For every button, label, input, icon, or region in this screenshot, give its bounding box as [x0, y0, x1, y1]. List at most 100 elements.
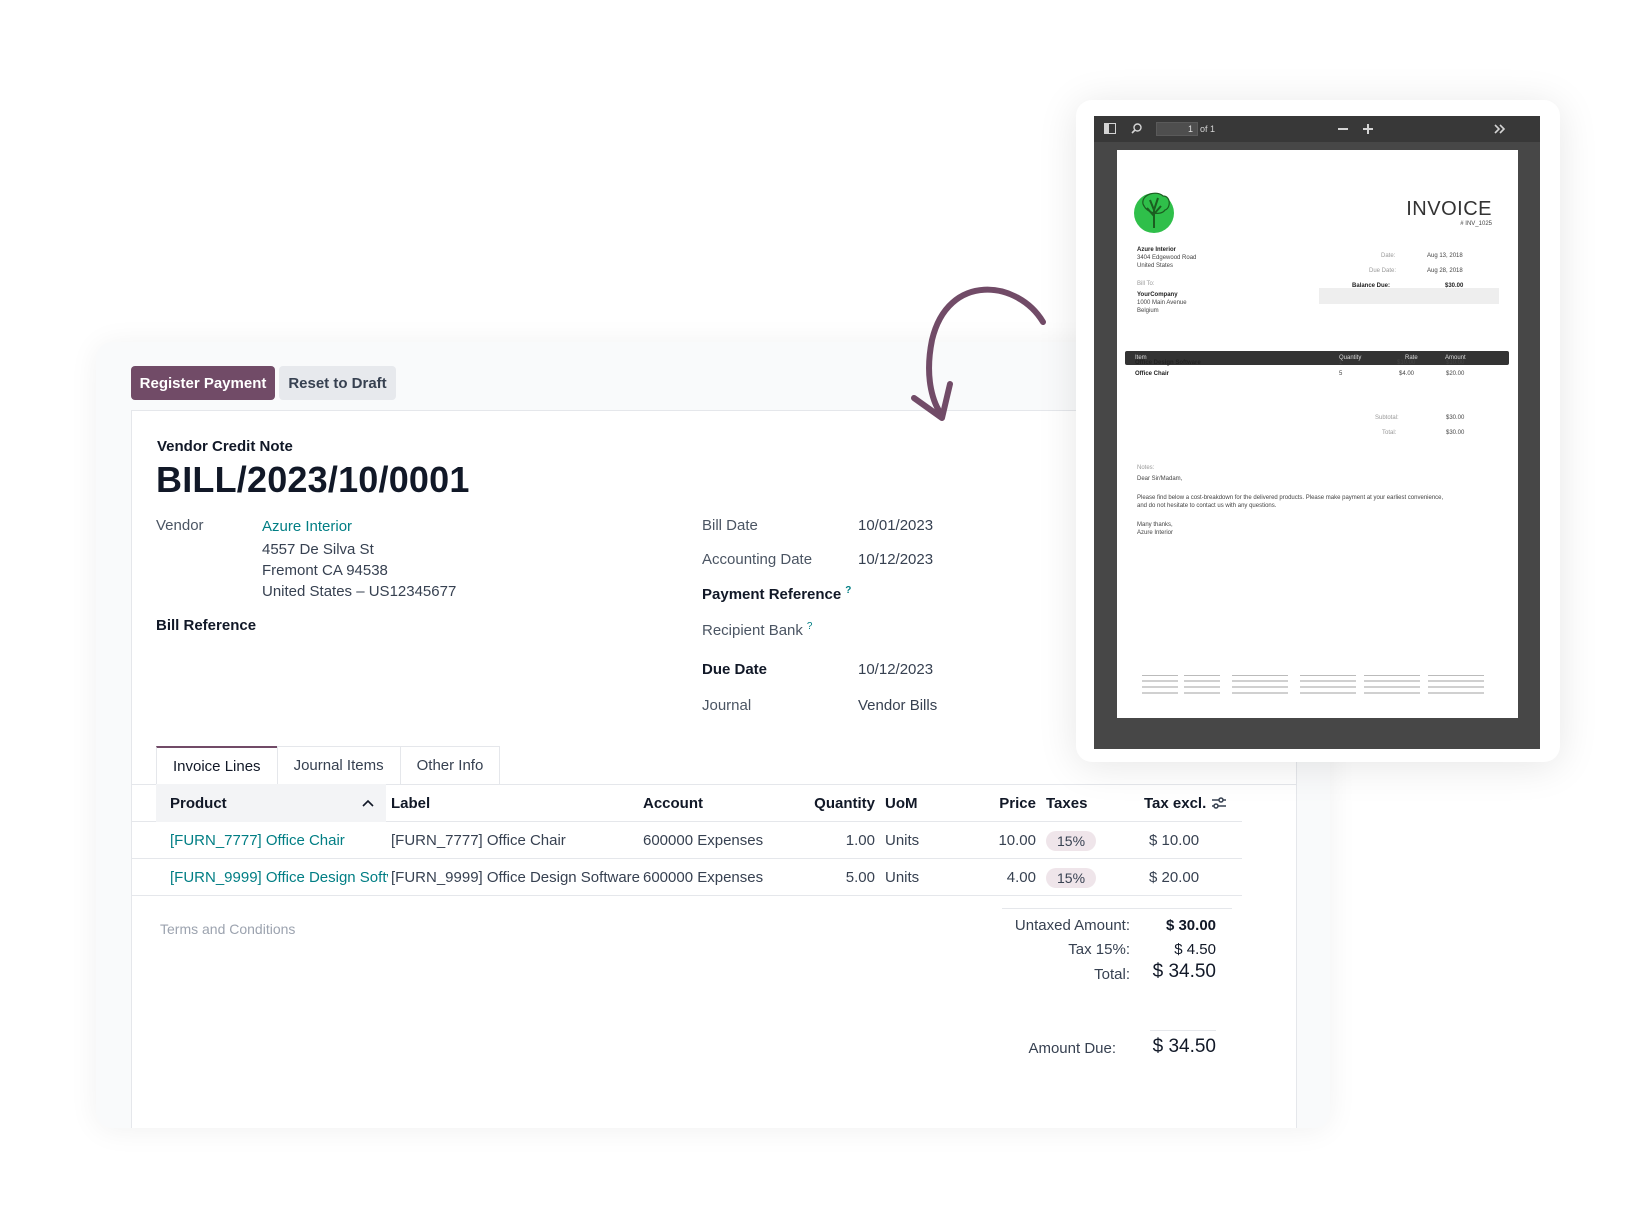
totals-divider: [1002, 908, 1232, 909]
pdf-col-qty: Quantity: [1339, 355, 1362, 361]
row-account[interactable]: 600000 Expenses: [643, 859, 763, 896]
tax-pill[interactable]: 15%: [1046, 830, 1097, 851]
row-label[interactable]: [FURN_9999] Office Design Software: [391, 859, 641, 896]
row-quantity[interactable]: 5.00: [792, 859, 875, 896]
sort-ascending-icon[interactable]: [358, 784, 378, 822]
pdf-footer-column: [1428, 675, 1484, 694]
table-row[interactable]: [FURN_7777] Office Chair [FURN_7777] Off…: [132, 822, 1242, 859]
col-price[interactable]: Price: [972, 784, 1036, 822]
pdf-invoice-number: # INV_1025: [1460, 221, 1492, 227]
row-price[interactable]: 4.00: [972, 859, 1036, 896]
row-label[interactable]: [FURN_7777] Office Chair: [391, 822, 637, 859]
row-product[interactable]: [FURN_9999] Office Design Softv: [170, 859, 388, 896]
tab-journal-items[interactable]: Journal Items: [276, 746, 401, 784]
journal-label: Journal: [702, 697, 752, 714]
page-number-input[interactable]: 1: [1156, 122, 1198, 136]
tree-logo-icon: [1134, 192, 1174, 233]
pdf-to-name: YourCompany: [1137, 292, 1178, 298]
pdf-footer-column: [1232, 675, 1288, 694]
amount-due-divider: [1150, 1030, 1216, 1031]
notebook-tabs: Invoice Lines Journal Items Other Info: [156, 746, 501, 784]
stage: Register Payment Reset to Draft Vendor C…: [0, 0, 1646, 1208]
pdf-toolbar: 1 of 1: [1094, 116, 1540, 142]
payment-reference-text: Payment Reference: [702, 586, 842, 603]
pdf-due-label: Due Date:: [1369, 268, 1397, 274]
pdf-item-amount: $20.00: [1446, 371, 1465, 377]
journal-field[interactable]: Vendor Bills: [858, 697, 937, 714]
column-settings-icon[interactable]: [1210, 784, 1228, 822]
pdf-item-amount: $10.00: [1446, 360, 1465, 366]
pdf-total-label: Total:: [1382, 430, 1397, 436]
col-quantity[interactable]: Quantity: [792, 784, 875, 822]
pdf-item-name: Office Design Software: [1135, 360, 1201, 366]
row-tax-badge[interactable]: 15%: [1046, 859, 1097, 896]
row-uom[interactable]: Units: [885, 822, 919, 859]
due-date-field[interactable]: 10/12/2023: [858, 661, 933, 678]
pdf-date: Aug 13, 2018: [1427, 253, 1463, 259]
pdf-note-body1: Please find below a cost-breakdown for t…: [1137, 495, 1444, 501]
vendor-address-line3: United States – US12345677: [262, 583, 457, 600]
bill-reference-label: Bill Reference: [156, 617, 257, 634]
recipient-bank-label: Recipient Bank?: [702, 621, 812, 639]
pdf-item-name: Office Chair: [1135, 371, 1170, 377]
row-account[interactable]: 600000 Expenses: [643, 822, 763, 859]
col-account[interactable]: Account: [643, 784, 703, 822]
payment-reference-label: Payment Reference?: [702, 585, 851, 603]
col-tax-excl[interactable]: Tax excl.: [1144, 784, 1206, 822]
pdf-note-body2: and do not hesitate to contact us with a…: [1137, 503, 1277, 509]
search-icon[interactable]: [1131, 123, 1142, 134]
col-product[interactable]: Product: [170, 784, 227, 822]
untaxed-amount-label: Untaxed Amount:: [1014, 917, 1130, 934]
pdf-page: INVOICE # INV_1025 Azure Interior 3404 E…: [1117, 150, 1518, 718]
vendor-link[interactable]: Azure Interior: [262, 518, 352, 535]
row-quantity[interactable]: 1.00: [792, 822, 875, 859]
pdf-footer: [1142, 675, 1492, 694]
pdf-notes-label: Notes:: [1137, 465, 1155, 471]
col-uom[interactable]: UoM: [885, 784, 918, 822]
vendor-label: Vendor: [156, 517, 204, 534]
pdf-bill-to-label: Bill To:: [1137, 281, 1155, 287]
row-product[interactable]: [FURN_7777] Office Chair: [170, 822, 384, 859]
pdf-item-qty: 1: [1339, 360, 1343, 366]
tax-pill[interactable]: 15%: [1046, 867, 1097, 888]
pdf-preview-card: 1 of 1 INVOICE # INV_1025 Azure Interior…: [1076, 100, 1560, 762]
row-uom[interactable]: Units: [885, 859, 919, 896]
row-price[interactable]: 10.00: [972, 822, 1036, 859]
col-taxes[interactable]: Taxes: [1046, 784, 1087, 822]
register-payment-button[interactable]: Register Payment: [131, 366, 275, 400]
tab-invoice-lines[interactable]: Invoice Lines: [156, 746, 278, 784]
pdf-total: $30.00: [1446, 430, 1465, 436]
sidebar-toggle-icon[interactable]: [1104, 123, 1116, 134]
accounting-date-field[interactable]: 10/12/2023: [858, 551, 933, 568]
zoom-out-icon[interactable]: [1338, 127, 1348, 131]
row-tax-badge[interactable]: 15%: [1046, 822, 1097, 859]
pdf-from-addr2: United States: [1137, 263, 1174, 269]
bill-number: BILL/2023/10/0001: [156, 459, 470, 500]
pdf-due: Aug 28, 2018: [1427, 268, 1463, 274]
reset-to-draft-button[interactable]: Reset to Draft: [279, 366, 396, 400]
col-label[interactable]: Label: [391, 784, 430, 822]
row-subtotal: $ 20.00: [1149, 869, 1200, 886]
zoom-in-icon[interactable]: [1363, 124, 1373, 134]
help-icon[interactable]: ?: [845, 585, 851, 596]
row-subtotal: $ 10.00: [1149, 832, 1200, 849]
pdf-note-thanks: Many thanks,: [1137, 522, 1173, 528]
pdf-invoice-title: INVOICE: [1406, 198, 1492, 220]
terms-conditions-input[interactable]: Terms and Conditions: [160, 921, 295, 937]
pdf-from-addr1: 3404 Edgewood Road: [1137, 255, 1197, 261]
help-icon[interactable]: ?: [807, 621, 813, 632]
more-tools-icon[interactable]: [1494, 124, 1506, 134]
total-label: Total:: [1094, 966, 1130, 983]
table-row[interactable]: [FURN_9999] Office Design Softv [FURN_99…: [132, 859, 1242, 896]
tab-other-info[interactable]: Other Info: [399, 746, 501, 784]
due-date-label: Due Date: [702, 661, 768, 678]
page-count: of 1: [1200, 124, 1216, 134]
tax-value: $ 4.50: [1174, 941, 1216, 958]
bill-date-field[interactable]: 10/01/2023: [858, 517, 933, 534]
pdf-balance-box: [1319, 288, 1499, 304]
pdf-footer-column: [1142, 675, 1178, 694]
pdf-to-addr1: 1000 Main Avenue: [1137, 300, 1187, 306]
pdf-from-name: Azure Interior: [1137, 247, 1177, 253]
untaxed-amount-value: $ 30.00: [1165, 917, 1216, 934]
pdf-item-qty: 5: [1339, 371, 1343, 377]
